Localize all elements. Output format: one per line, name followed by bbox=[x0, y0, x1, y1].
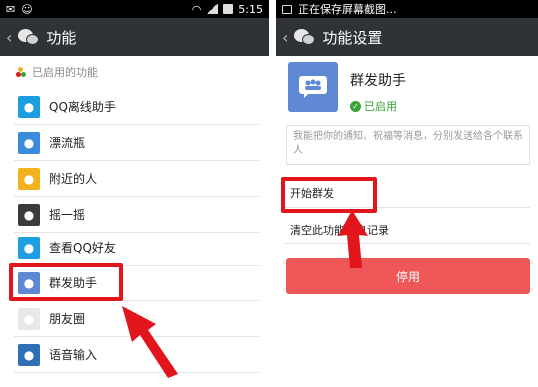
list-item[interactable]: ● 查看QQ好友 bbox=[14, 230, 259, 266]
list-item[interactable]: ● 摇一摇 bbox=[14, 197, 259, 233]
battery-icon bbox=[223, 4, 234, 14]
wifi-icon: ◠ bbox=[191, 2, 202, 16]
back-arrow-icon[interactable]: ‹ bbox=[6, 28, 12, 47]
moments-icon: ● bbox=[18, 307, 40, 330]
list-item-label: 漂流瓶 bbox=[49, 136, 86, 150]
page-title: 功能设置 bbox=[322, 28, 383, 47]
drift-bottle-icon: ● bbox=[18, 131, 40, 154]
shake-icon: ● bbox=[18, 203, 40, 226]
pointer-arrow bbox=[122, 306, 178, 378]
list-item[interactable]: ● 附近的人 bbox=[14, 161, 259, 197]
right-screen: 正在保存屏幕截图... ‹ 功能设置 群发助手 ✓ 已启用 我能把你的通知、祝福… bbox=[276, 0, 538, 387]
plugin-header: 群发助手 ✓ 已启用 bbox=[288, 62, 406, 114]
wechat-logo-icon bbox=[18, 28, 40, 46]
mass-send-icon bbox=[288, 62, 338, 112]
status-text: 正在保存屏幕截图... bbox=[298, 3, 397, 16]
list-item-label: QQ离线助手 bbox=[49, 100, 116, 114]
back-arrow-icon[interactable]: ‹ bbox=[282, 28, 288, 47]
status-label: 已启用 bbox=[364, 100, 397, 113]
divider bbox=[284, 243, 530, 244]
list-item-label: 朋友圈 bbox=[49, 312, 86, 326]
page-title: 功能 bbox=[46, 28, 77, 47]
pointer-arrow bbox=[338, 210, 368, 268]
screenshot-icon bbox=[282, 4, 292, 14]
check-icon: ✓ bbox=[350, 100, 361, 112]
section-label: 已启用的功能 bbox=[32, 66, 98, 79]
voice-input-icon: ● bbox=[18, 343, 40, 366]
status-bar: 正在保存屏幕截图... bbox=[276, 0, 538, 18]
app-bar: ‹ 功能设置 bbox=[276, 18, 538, 56]
list-item[interactable]: ● 漂流瓶 bbox=[14, 125, 259, 161]
qq-offline-icon: ● bbox=[18, 95, 40, 118]
disable-button[interactable]: 停用 bbox=[286, 258, 530, 294]
highlight-box bbox=[9, 263, 123, 301]
qq-friends-icon: ● bbox=[18, 236, 40, 259]
wechat-logo-icon bbox=[294, 28, 316, 46]
status-time: 5:15 bbox=[238, 2, 263, 16]
location-pin-icon: ● bbox=[18, 167, 40, 190]
list-item-label: 摇一摇 bbox=[49, 208, 86, 222]
android-icon: ☺ bbox=[21, 2, 33, 16]
enabled-status: ✓ 已启用 bbox=[350, 98, 406, 114]
list-item-label: 附近的人 bbox=[49, 172, 98, 186]
status-bar: ✉ ☺ ◠ 5:15 bbox=[0, 0, 269, 18]
signal-icon bbox=[206, 4, 219, 14]
plugin-description: 我能把你的通知、祝福等消息，分别发送给各个联系人 bbox=[286, 125, 530, 165]
list-item-label: 语音输入 bbox=[49, 348, 98, 362]
notification-icon: ✉ bbox=[6, 2, 16, 16]
list-item-label: 查看QQ好友 bbox=[49, 241, 116, 255]
left-screen: ✉ ☺ ◠ 5:15 ‹ 功能 已启用的功能 ● QQ离线助手 ● 漂流瓶 ● 附近的人 ●… bbox=[0, 0, 269, 387]
app-bar: ‹ 功能 bbox=[0, 18, 269, 56]
list-item[interactable]: ● QQ离线助手 bbox=[14, 89, 259, 125]
plugin-name: 群发助手 bbox=[350, 73, 406, 89]
enabled-dots-icon bbox=[16, 67, 26, 77]
section-header: 已启用的功能 bbox=[0, 56, 269, 84]
